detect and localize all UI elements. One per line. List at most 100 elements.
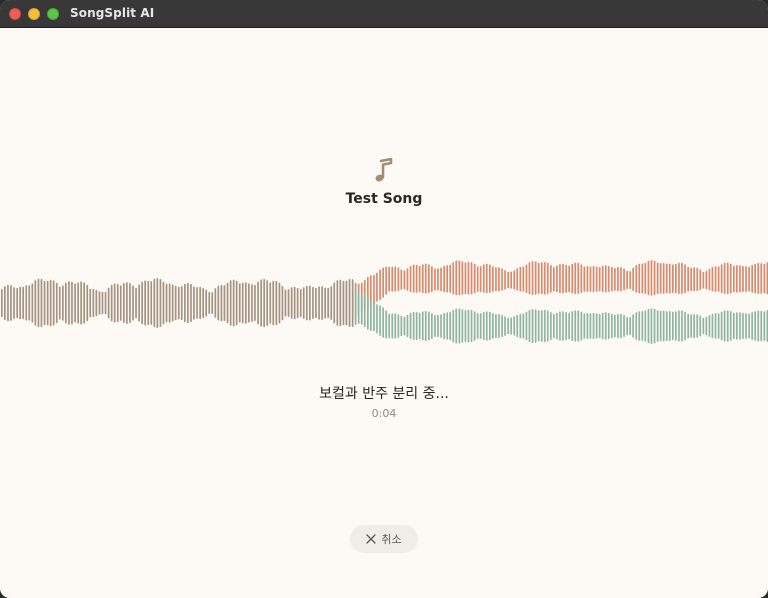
waveform-bar-accompaniment (525, 311, 528, 341)
waveform-bar-vocals (638, 263, 641, 294)
zoom-window-button[interactable] (47, 8, 59, 20)
waveform-bar-vocals (546, 262, 549, 294)
waveform-bar-vocals (751, 264, 753, 293)
waveform-bar-vocals (492, 266, 494, 292)
cancel-button[interactable]: 취소 (350, 525, 418, 553)
waveform-bar-vocals (733, 265, 735, 293)
waveform-bar-vocals (562, 263, 564, 294)
minimize-window-button[interactable] (28, 8, 40, 20)
waveform-bar-mixed (119, 285, 122, 321)
waveform-bar-mixed (235, 280, 238, 326)
waveform-bar-accompaniment (464, 310, 467, 342)
waveform-bar-mixed (315, 287, 317, 319)
waveform-bar-vocals (397, 267, 400, 292)
app-window: SongSplit AI Test Song 보컬과 반주 분리 중... 0:… (0, 0, 768, 598)
waveform-bar-mixed (10, 285, 12, 321)
waveform-bar-mixed (238, 283, 241, 323)
title-bar[interactable]: SongSplit AI (0, 0, 768, 28)
waveform-bar-vocals (540, 262, 543, 295)
waveform-bar-mixed (321, 286, 323, 320)
waveform-bar-mixed (159, 279, 162, 327)
waveform-bar-vocals (446, 265, 448, 293)
waveform-bar-vocals (696, 267, 699, 292)
waveform-bar-accompaniment (363, 295, 366, 327)
waveform-bar-accompaniment (699, 315, 702, 337)
waveform-bar-vocals (400, 269, 403, 290)
waveform-bar-accompaniment (458, 308, 461, 344)
waveform-bar-vocals (742, 265, 744, 292)
waveform-bar-vocals (443, 265, 445, 293)
waveform-bar-accompaniment (516, 314, 519, 338)
waveform-bar-accompaniment (382, 307, 384, 338)
waveform-bar-vocals (510, 271, 512, 289)
waveform-bar-vocals (534, 261, 537, 295)
waveform-bar-vocals (665, 263, 668, 294)
waveform-bar-accompaniment (708, 315, 711, 337)
waveform-bar-accompaniment (528, 309, 531, 343)
waveform-bar-mixed (16, 287, 18, 318)
waveform-bar-mixed (49, 279, 52, 327)
waveform-bar-accompaniment (629, 317, 631, 335)
waveform-bar-mixed (74, 283, 76, 323)
cancel-label: 취소 (381, 533, 402, 546)
waveform-bar-vocals (736, 265, 738, 293)
waveform-bar-accompaniment (510, 317, 512, 335)
waveform-bar-vocals (525, 264, 528, 293)
waveform-bar-accompaniment (681, 310, 683, 342)
waveform-bar-mixed (196, 287, 198, 319)
waveform-bar-vocals (550, 264, 552, 293)
waveform-bar-accompaniment (748, 313, 750, 339)
waveform-bar-accompaniment (617, 313, 619, 339)
waveform-bar-accompaniment (424, 311, 427, 341)
waveform-bar-accompaniment (702, 317, 705, 335)
waveform-bar-accompaniment (678, 310, 680, 342)
waveform-bar-accompaniment (687, 313, 689, 339)
close-icon (366, 534, 377, 544)
waveform-bar-mixed (312, 286, 314, 319)
waveform-bar-accompaniment (607, 312, 610, 339)
waveform-bar-vocals (607, 265, 610, 292)
waveform-bar-accompaniment (415, 312, 418, 341)
waveform-bar-accompaniment (379, 305, 381, 336)
waveform-bar-vocals (489, 264, 491, 293)
waveform-bar-accompaniment (757, 310, 760, 342)
waveform-bar-accompaniment (723, 310, 726, 342)
waveform-bar-mixed (89, 288, 92, 318)
waveform-bar-accompaniment (745, 313, 747, 339)
waveform-bar-vocals (507, 271, 509, 289)
waveform-bar-vocals (644, 262, 647, 294)
waveform-bar-accompaniment (720, 311, 723, 341)
waveform-bar-accompaniment (729, 311, 732, 341)
waveform-bar-accompaniment (668, 311, 671, 341)
waveform-bar-mixed (126, 282, 128, 324)
waveform-bar-mixed (205, 289, 207, 317)
waveform-bar-vocals (745, 266, 747, 292)
waveform-bar-accompaniment (665, 311, 668, 341)
waveform-bar-accompaniment (635, 312, 638, 340)
waveform-bar-mixed (83, 282, 85, 324)
waveform-bar-mixed (107, 287, 110, 319)
waveform-bar-mixed (86, 284, 89, 322)
waveform-bar-accompaniment (760, 310, 763, 342)
waveform-bar-accompaniment (409, 312, 412, 340)
waveform-bar-mixed (141, 281, 143, 325)
waveform-bar-vocals (519, 266, 522, 292)
separation-waveform (1, 260, 768, 344)
waveform-bar-mixed (156, 278, 159, 328)
waveform-bar-mixed (104, 291, 107, 315)
waveform-bar-mixed (327, 287, 329, 319)
waveform-bar-mixed (284, 289, 287, 317)
waveform-bar-vocals (485, 263, 488, 294)
waveform-bar-accompaniment (562, 311, 564, 341)
waveform-bar-accompaniment (452, 309, 455, 343)
waveform-bar-vocals (452, 262, 455, 295)
waveform-bar-vocals (681, 262, 683, 294)
waveform-bar-accompaniment (403, 316, 406, 336)
waveform-bar-mixed (184, 283, 186, 323)
waveform-bar-mixed (266, 280, 268, 326)
waveform-bar-vocals (409, 265, 412, 293)
close-window-button[interactable] (9, 8, 21, 20)
waveform-bar-mixed (25, 285, 28, 321)
waveform-bar-accompaniment (470, 309, 473, 343)
waveform-bar-mixed (77, 282, 79, 324)
